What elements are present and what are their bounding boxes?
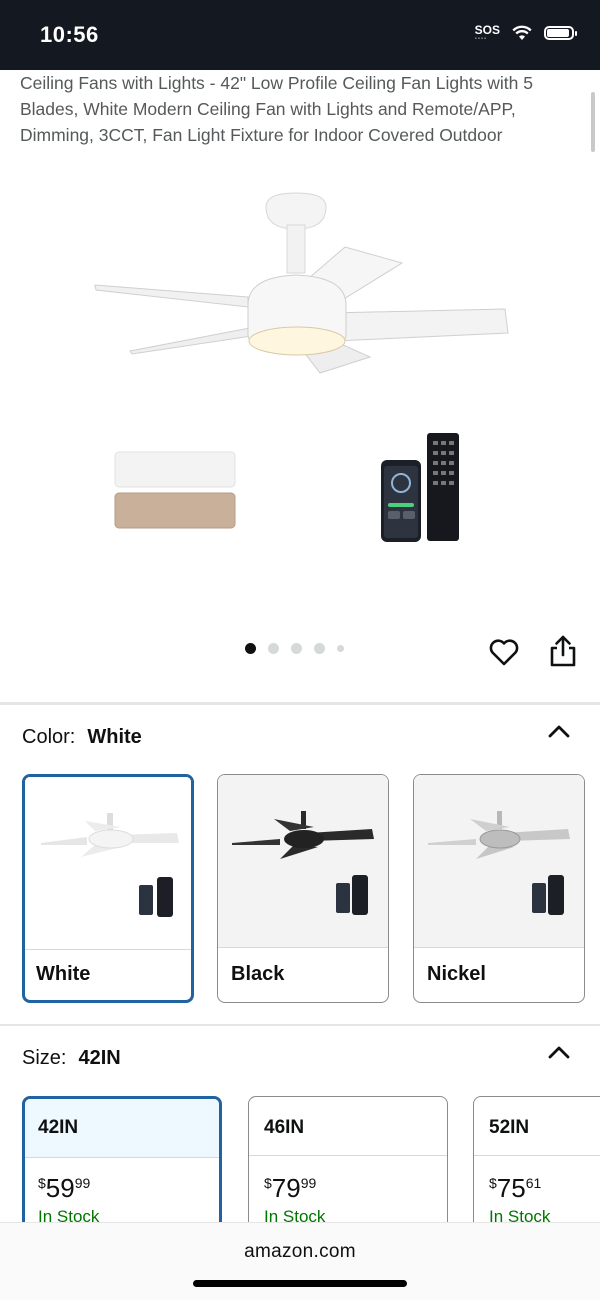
size-label: Size: 42IN — [22, 1047, 121, 1069]
size-option-label: 46IN — [264, 1117, 305, 1138]
battery-icon — [544, 26, 577, 40]
color-option-nickel[interactable]: Nickel — [413, 774, 585, 1003]
browser-address-bar[interactable]: amazon.com — [0, 1222, 600, 1300]
domain-label[interactable]: amazon.com — [0, 1241, 600, 1263]
nickel-fan-thumbnail — [414, 775, 584, 947]
chevron-up-icon[interactable] — [548, 1045, 570, 1059]
size-option-price: $5999 — [38, 1173, 91, 1203]
size-option-label: 52IN — [489, 1117, 530, 1138]
color-label: Color: White — [22, 726, 142, 748]
image-carousel-dots[interactable] — [245, 643, 344, 654]
size-option-price: $7999 — [264, 1173, 317, 1203]
share-icon[interactable] — [548, 634, 578, 668]
section-divider — [0, 1024, 600, 1026]
section-divider — [0, 702, 600, 705]
carousel-dot[interactable] — [268, 643, 279, 654]
color-option-name: Nickel — [427, 963, 486, 985]
carousel-dot[interactable] — [314, 643, 325, 654]
size-option-price: $7561 — [489, 1173, 542, 1203]
status-icons: SOS ▪▪▪▪ — [474, 23, 577, 42]
product-image[interactable] — [0, 165, 600, 625]
size-option-46in[interactable]: 46IN $7999 In Stock — [248, 1096, 448, 1236]
black-fan-thumbnail — [218, 775, 388, 947]
carousel-dot[interactable] — [245, 643, 256, 654]
product-title: Ceiling Fans with Lights - 42" Low Profi… — [20, 73, 533, 145]
heart-icon[interactable] — [488, 636, 520, 668]
carousel-dot[interactable] — [291, 643, 302, 654]
chevron-up-icon[interactable] — [548, 724, 570, 738]
carousel-dot[interactable] — [337, 645, 344, 652]
white-fan-thumbnail — [25, 777, 191, 949]
wifi-icon — [512, 25, 532, 40]
home-indicator[interactable] — [193, 1280, 407, 1287]
status-bar: 10:56 SOS ▪▪▪▪ — [0, 0, 600, 70]
color-option-name: White — [36, 963, 91, 985]
selected-size: 42IN — [78, 1047, 121, 1069]
status-time: 10:56 — [40, 22, 99, 47]
size-option-label: 42IN — [38, 1117, 79, 1138]
scrollbar[interactable] — [591, 92, 595, 152]
sos-indicator: SOS ▪▪▪▪ — [474, 23, 500, 42]
selected-color: White — [87, 726, 142, 748]
color-option-name: Black — [231, 963, 285, 985]
size-option-42in[interactable]: 42IN $5999 In Stock — [22, 1096, 222, 1236]
color-option-black[interactable]: Black — [217, 774, 389, 1003]
size-option-52in[interactable]: 52IN $7561 In Stock — [473, 1096, 600, 1236]
color-option-white[interactable]: White — [22, 774, 194, 1003]
